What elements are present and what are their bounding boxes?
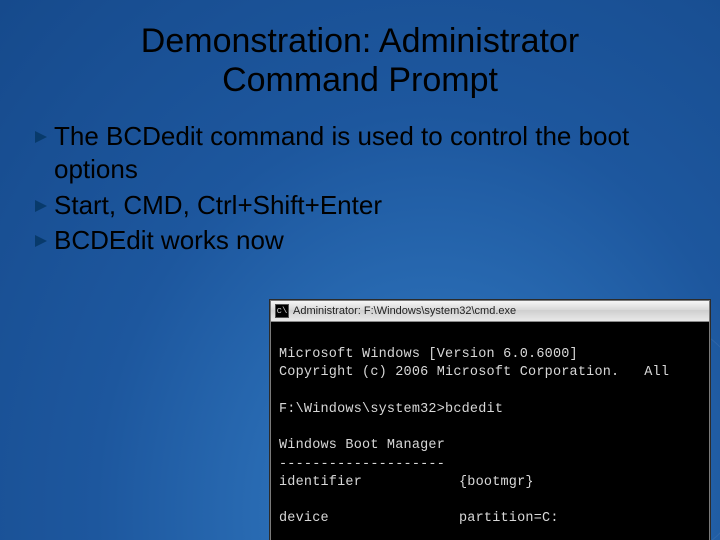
bullet-text: BCDEdit works now [54,224,686,257]
cmd-kv-val: {bootmgr} [459,474,534,492]
cmd-terminal: Microsoft Windows [Version 6.0.6000] Cop… [271,322,709,540]
slide-title: Demonstration: Administrator Command Pro… [0,0,720,114]
cmd-window: c\ Administrator: F:\Windows\system32\cm… [270,300,710,540]
bullet-text: Start, CMD, Ctrl+Shift+Enter [54,189,686,222]
bullet-list: The BCDedit command is used to control t… [0,114,720,257]
bullet-text: The BCDedit command is used to control t… [54,120,686,187]
bullet-arrow-icon [34,130,48,144]
cmd-kv-key: device [279,510,459,528]
cmd-window-title: Administrator: F:\Windows\system32\cmd.e… [293,305,516,317]
cmd-kv-row: devicepartition=C: [279,510,701,528]
cmd-kv-row: identifier{bootmgr} [279,474,701,492]
cmd-kv-val: partition=C: [459,510,559,528]
cmd-line: Microsoft Windows [Version 6.0.6000] [279,347,578,362]
cmd-rule: -------------------- [279,457,445,472]
cmd-kv-key: identifier [279,474,459,492]
cmd-line: Copyright (c) 2006 Microsoft Corporation… [279,365,669,380]
cmd-section: Windows Boot Manager [279,438,445,453]
list-item: BCDEdit works now [34,224,686,257]
cmd-titlebar: c\ Administrator: F:\Windows\system32\cm… [271,301,709,322]
cmd-icon: c\ [275,304,289,318]
bullet-arrow-icon [34,234,48,248]
cmd-line: F:\Windows\system32>bcdedit [279,402,503,417]
list-item: Start, CMD, Ctrl+Shift+Enter [34,189,686,222]
bullet-arrow-icon [34,199,48,213]
list-item: The BCDedit command is used to control t… [34,120,686,187]
